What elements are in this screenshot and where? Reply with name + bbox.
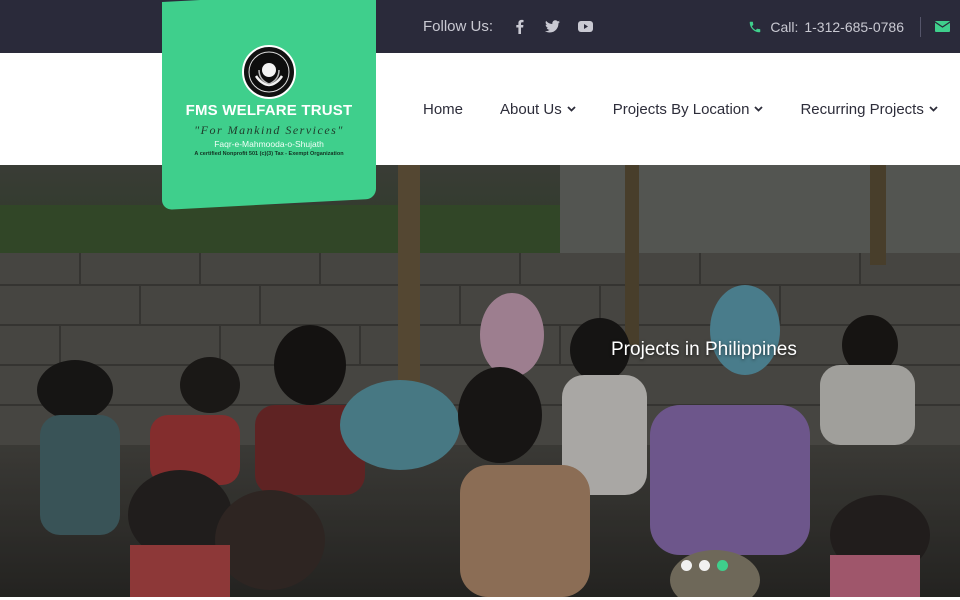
follow-us-group: Follow Us: <box>423 0 610 53</box>
facebook-icon[interactable] <box>511 19 527 35</box>
divider <box>920 16 921 37</box>
nav-item-recurring-projects[interactable]: Recurring Projects <box>800 100 938 118</box>
slide-caption: Projects in Philippines <box>611 339 797 360</box>
hero-slider: Projects in Philippines <box>0 165 960 597</box>
site-logo[interactable]: FMS WELFARE TRUST "For Mankind Services"… <box>162 2 376 202</box>
call-label: Call: <box>770 18 799 35</box>
logo-emblem-icon <box>242 45 296 99</box>
org-subtitle: Faqr-e-Mahmooda-o-Shujath <box>214 139 324 149</box>
main-navbar: Home About Us Projects By Location Recur… <box>0 53 960 165</box>
follow-us-label: Follow Us: <box>423 18 494 35</box>
org-name: FMS WELFARE TRUST <box>185 102 353 119</box>
twitter-icon[interactable] <box>544 19 560 35</box>
top-bar: Follow Us: Call: 1-312-685-0786 <box>0 0 960 53</box>
slider-dot[interactable] <box>681 560 692 571</box>
nav-item-label: About Us <box>500 100 562 118</box>
org-certification: A certified Nonprofit 501 (c)(3) Tax - E… <box>194 151 344 157</box>
nav-item-about-us[interactable]: About Us <box>500 101 576 118</box>
org-tagline: "For Mankind Services" <box>194 123 344 137</box>
slider-dots <box>681 560 735 571</box>
main-nav: Home About Us Projects By Location Recur… <box>423 53 938 165</box>
envelope-icon[interactable] <box>935 21 950 32</box>
contact-group: Call: 1-312-685-0786 <box>748 0 960 53</box>
nav-item-home[interactable]: Home <box>423 101 463 118</box>
phone-icon <box>748 20 762 34</box>
chevron-down-icon <box>754 106 764 112</box>
nav-item-label: Projects By Location <box>612 100 750 118</box>
chevron-down-icon <box>567 106 576 112</box>
nav-item-label: Recurring Projects <box>800 100 924 118</box>
chevron-down-icon <box>929 106 938 112</box>
slider-dot-active[interactable] <box>717 560 728 571</box>
youtube-icon[interactable] <box>577 19 593 35</box>
nav-item-projects-by-location[interactable]: Projects By Location <box>613 101 764 118</box>
nav-item-label: Home <box>423 100 464 118</box>
slider-dot[interactable] <box>699 560 710 571</box>
hero-photo <box>0 165 960 597</box>
phone-number[interactable]: 1-312-685-0786 <box>804 19 904 35</box>
